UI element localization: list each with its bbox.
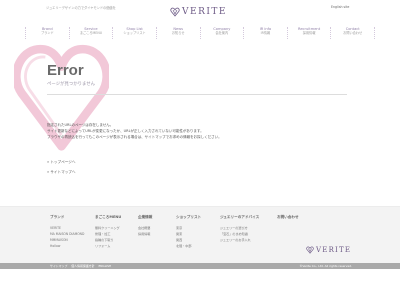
- footer-column-company: 企業情報 会社概要 採用情報: [138, 215, 152, 237]
- error-subtitle: ページが見つかりません: [47, 82, 96, 87]
- footer-link[interactable]: ジュエリーのお手入れ: [220, 237, 259, 243]
- error-title: Error: [47, 62, 84, 79]
- english-site-link[interactable]: English site: [331, 5, 349, 9]
- footer-column-service: まごころMENU 無料クリーニング 修理・加工 指輪の下取り リフォーム: [95, 215, 121, 249]
- nav-item-ja-label: ショップリスト: [123, 31, 146, 36]
- heart-logo-icon: [170, 7, 180, 17]
- footer-column-jewelry-advice: ジュエリーのアドバイス ジュエリーの選び方 「宝石」のまめ知識 ジュエリーのお手…: [220, 215, 259, 243]
- footer-heading[interactable]: ジュエリーのアドバイス: [220, 215, 259, 220]
- footer-heading[interactable]: ショップリスト: [176, 215, 201, 220]
- bottom-links: サイトマップ 個人情報保護方針 ENGLISH: [50, 264, 111, 268]
- bottom-link-privacy[interactable]: 個人情報保護方針: [71, 264, 94, 268]
- footer-column-contact: お問い合わせ: [277, 215, 299, 225]
- heart-logo-icon: [306, 246, 314, 254]
- nav-item-news[interactable]: News お知らせ: [155, 27, 200, 39]
- tagline: ジュエリーデザインの力でダイヤモンドの価値を: [46, 6, 116, 10]
- sitemap-link[interactable]: » サイトマップへ: [47, 167, 76, 177]
- footer-column-shop-list: ショップリスト 東京 関東 関西 北陸・中部: [176, 215, 201, 249]
- error-message: 指定されたURLのページは存在しません。 サイト更新などによってURLが変更にな…: [47, 122, 222, 140]
- nav-item-service[interactable]: Service まごころMENU: [68, 27, 113, 39]
- footer-heading[interactable]: 企業情報: [138, 215, 152, 220]
- nav-item-ja-label: お問い合わせ: [343, 31, 363, 36]
- footer-column-brand: ブランド VERITE MA MAISON DIAMOND MMMAISON H…: [50, 215, 84, 249]
- nav-item-company[interactable]: Company 会社案内: [199, 27, 244, 39]
- nav-item-ja-label: まごころMENU: [79, 31, 103, 36]
- footer-link[interactable]: 採用情報: [138, 231, 152, 237]
- bottom-link-english[interactable]: ENGLISH: [98, 264, 111, 268]
- nav-item-ja-label: お知らせ: [171, 31, 185, 36]
- footer-heading[interactable]: お問い合わせ: [277, 215, 299, 220]
- footer-link[interactable]: リフォーム: [95, 243, 121, 249]
- footer-heading[interactable]: ブランド: [50, 215, 84, 220]
- nav-item-recruitment[interactable]: Recruitment 採用情報: [286, 27, 331, 39]
- brand-name: VERITE: [182, 7, 227, 17]
- nav-item-ja-label: ブランド: [40, 31, 54, 36]
- bottom-bar: サイトマップ 個人情報保護方針 ENGLISH ©Verite Co., Ltd…: [0, 263, 400, 269]
- nav-item-ja-label: 会社案内: [215, 31, 229, 36]
- divider: [47, 94, 347, 95]
- footer-link[interactable]: 北陸・中部: [176, 243, 201, 249]
- top-page-link[interactable]: » トップページへ: [47, 157, 76, 167]
- footer: ブランド VERITE MA MAISON DIAMOND MMMAISON H…: [0, 206, 400, 263]
- nav-item-shop-list[interactable]: Shop List ショップリスト: [112, 27, 156, 39]
- footer-brand-name: VERITE: [316, 246, 352, 254]
- nav-item-ir-info[interactable]: IR info IR情報: [243, 27, 287, 39]
- top-bar: ジュエリーデザインの力でダイヤモンドの価値を VERITE English si…: [0, 0, 400, 24]
- footer-brand-logo[interactable]: VERITE: [306, 246, 351, 254]
- global-nav: Brand ブランド Service まごころMENU Shop List ショップリ…: [25, 27, 375, 39]
- nav-item-ja-label: 採用情報: [302, 31, 316, 36]
- brand-logo[interactable]: VERITE: [170, 6, 227, 18]
- error-links: » トップページへ » サイトマップへ: [47, 157, 76, 177]
- nav-item-ja-label: IR情報: [260, 31, 271, 36]
- nav-item-contact[interactable]: Contact お問い合わせ: [330, 27, 375, 39]
- nav-item-brand[interactable]: Brand ブランド: [25, 27, 69, 39]
- footer-link[interactable]: Hollow: [50, 243, 84, 249]
- copyright: ©Verite Co., Ltd. All rights reserved.: [299, 264, 353, 268]
- footer-heading[interactable]: まごころMENU: [95, 215, 121, 220]
- error-message-line: ブラウザの再読込を行ってもこのページが表示される場合は、サイトマップでお求めの情…: [47, 135, 222, 139]
- bottom-link-sitemap[interactable]: サイトマップ: [50, 264, 67, 268]
